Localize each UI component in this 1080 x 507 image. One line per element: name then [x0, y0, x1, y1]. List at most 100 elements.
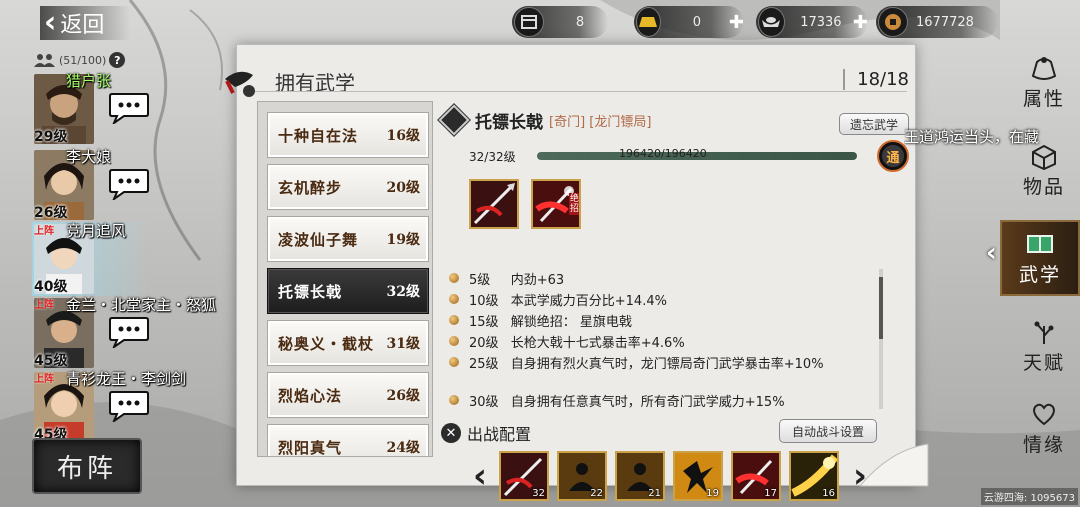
- hero-card[interactable]: 猎户张 29级: [32, 70, 242, 146]
- skill-item[interactable]: 秘奥义・截杖 31级: [267, 320, 429, 366]
- deployed-badge: 上阵: [34, 226, 54, 237]
- ultimate-move-icon[interactable]: 绝招: [531, 179, 581, 229]
- menu-label: 武学: [1018, 263, 1061, 286]
- skill-item[interactable]: 十种自在法 16级: [267, 112, 429, 158]
- skill-detail: 托镖长戟 [奇门] [龙门镖局] 遗忘武学 32/32级 196420/1964…: [438, 101, 913, 501]
- effect-level: 15级: [468, 315, 499, 330]
- back-chevron-icon: ‹: [44, 5, 57, 40]
- currency-value: 8: [575, 14, 585, 30]
- hero-name: 竞月追风: [66, 222, 127, 240]
- effect-level: 30级: [468, 395, 499, 410]
- loadout-slot[interactable]: 16: [789, 451, 839, 501]
- chat-bubble-icon[interactable]: [108, 168, 150, 200]
- crossed-swords-icon: ✕: [441, 423, 461, 443]
- loadout-slot[interactable]: 32: [499, 451, 549, 501]
- slot-count: 16: [822, 488, 835, 499]
- forget-skill-button[interactable]: 遗忘武学: [838, 113, 909, 135]
- add-gold-icon[interactable]: ✚: [729, 12, 744, 33]
- slot-count: 19: [706, 488, 719, 499]
- effect-level: 20级: [468, 336, 499, 351]
- bullet-icon: [449, 273, 459, 283]
- battle-config-title: 出战配置: [467, 425, 532, 444]
- hero-level: 45级: [34, 353, 68, 369]
- bullet-icon: [449, 395, 459, 405]
- skill-item[interactable]: 凌波仙子舞 19级: [267, 216, 429, 262]
- menu-martial-arts[interactable]: 武学: [1000, 220, 1080, 296]
- scrollbar-thumb[interactable]: [879, 277, 883, 339]
- effects-scrollbar[interactable]: [879, 269, 883, 409]
- skill-moves: 绝招: [469, 179, 581, 229]
- ink-flag-icon: [225, 71, 255, 97]
- prev-arrow-icon[interactable]: ‹: [473, 459, 487, 493]
- effect-row: 20级 长枪大戟十七式暴击率+4.6%: [449, 332, 889, 352]
- effect-level: 10级: [468, 294, 499, 309]
- currency-value: 17336: [800, 14, 842, 30]
- skill-item[interactable]: 烈阳真气 24级: [267, 424, 429, 456]
- add-silver-icon[interactable]: ✚: [853, 12, 868, 33]
- deployed-badge: 上阵: [34, 300, 54, 311]
- skill-name: 玄机醉步: [278, 178, 343, 197]
- skill-name: 托镖长戟: [278, 282, 343, 301]
- skill-name: 烈焰心法: [278, 386, 343, 405]
- side-menu-chevron-icon: ‹: [986, 238, 997, 268]
- skill-item-selected[interactable]: 托镖长戟 32级: [267, 268, 429, 314]
- divider: [255, 91, 907, 92]
- team-count-text: (51/100): [59, 53, 107, 67]
- scroll-icon: [514, 7, 544, 37]
- menu-talents[interactable]: 天赋: [1008, 308, 1080, 384]
- effect-text: 解锁绝招： 星旗电戟: [510, 315, 632, 330]
- back-label: 返回: [60, 13, 105, 38]
- formation-button[interactable]: 布阵: [32, 438, 142, 494]
- hero-card[interactable]: 上阵 金兰・北堂家主・怒狐 45级: [32, 294, 242, 370]
- hero-card[interactable]: 李大娘 26级: [32, 146, 242, 222]
- branch-icon: [1034, 321, 1054, 344]
- skill-level: 32级: [386, 284, 420, 300]
- menu-label: 天赋: [1022, 351, 1065, 374]
- copper-coin-icon: [878, 7, 908, 37]
- effect-text: 自身拥有任意真气时，所有奇门武学威力+15%: [510, 395, 785, 410]
- formation-label: 布阵: [56, 453, 117, 484]
- chat-bubble-icon[interactable]: [108, 316, 150, 348]
- effect-row: 10级 本武学威力百分比+14.4%: [449, 290, 889, 310]
- hero-card[interactable]: 上阵 青衫龙王・李剑剑 45级: [32, 368, 242, 444]
- menu-bonds[interactable]: 情缘: [1008, 390, 1080, 466]
- effect-row: 15级 解锁绝招： 星旗电戟: [449, 311, 889, 331]
- loadout-slot[interactable]: 21: [615, 451, 665, 501]
- page-curl-decoration: [858, 443, 929, 487]
- effect-text: 自身拥有烈火真气时，龙门镖局奇门武学暴击率+10%: [510, 357, 824, 372]
- menu-label: 属性: [1022, 87, 1065, 110]
- currency-value: 1677728: [916, 14, 974, 30]
- slot-count: 17: [764, 488, 777, 499]
- skill-name: 秘奥义・截杖: [278, 334, 375, 353]
- bullet-icon: [449, 357, 459, 367]
- skill-tags: [奇门] [龙门镖局]: [549, 114, 652, 130]
- chat-bubble-icon[interactable]: [108, 390, 150, 422]
- effect-level: 25级: [468, 357, 499, 372]
- skill-item[interactable]: 玄机醉步 20级: [267, 164, 429, 210]
- spear-move-icon[interactable]: [469, 179, 519, 229]
- bullet-icon: [449, 315, 459, 325]
- effect-row: 30级 自身拥有任意真气时，所有奇门武学威力+15%: [449, 391, 889, 411]
- menu-label: 情缘: [1022, 433, 1065, 456]
- hero-level: 26级: [34, 205, 68, 221]
- bullet-icon: [449, 336, 459, 346]
- hero-card-selected[interactable]: 上阵 竞月追风 40级: [32, 220, 242, 296]
- loadout-slot[interactable]: 22: [557, 451, 607, 501]
- hero-name: 李大娘: [66, 148, 112, 166]
- announcement-ticker: 王道鸿运当头，在藏: [904, 128, 1040, 146]
- skill-detail-name: 托镖长戟: [475, 112, 543, 133]
- side-menu: 属性 物品 武学 天赋 情缘: [1000, 44, 1080, 466]
- skill-level: 16级: [386, 128, 420, 144]
- back-button[interactable]: ‹ 返回: [40, 6, 130, 40]
- hero-level: 40级: [34, 279, 68, 295]
- loadout-slot[interactable]: 17: [731, 451, 781, 501]
- loadout-slot[interactable]: 19: [673, 451, 723, 501]
- effect-row: 25级 自身拥有烈火真气时，龙门镖局奇门武学暴击率+10%: [449, 353, 889, 391]
- skill-item[interactable]: 烈焰心法 26级: [267, 372, 429, 418]
- menu-attributes[interactable]: 属性: [1008, 44, 1080, 120]
- chat-bubble-icon[interactable]: [108, 92, 150, 124]
- effect-level: 5级: [468, 273, 491, 288]
- skill-level: 20级: [386, 180, 420, 196]
- help-icon[interactable]: ?: [109, 52, 126, 68]
- skill-list[interactable]: 十种自在法 16级 玄机醉步 20级 凌波仙子舞 19级 托镖长戟 32级 秘奥…: [257, 101, 433, 457]
